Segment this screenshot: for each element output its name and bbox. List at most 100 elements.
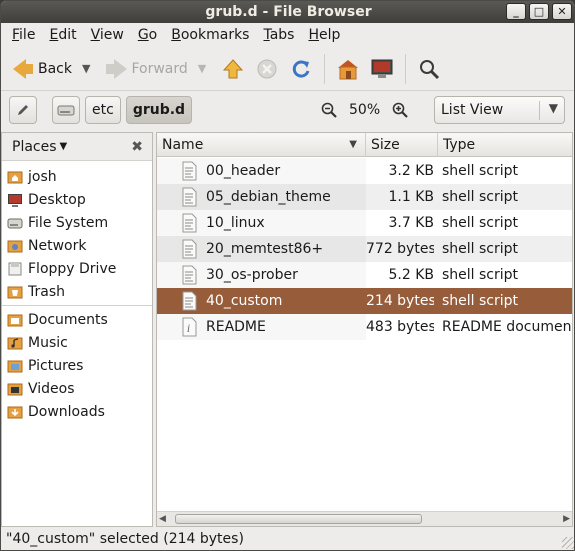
toolbar: Back ▼ Forward ▼: [1, 47, 574, 91]
forward-history-chevron-icon[interactable]: ▼: [198, 62, 206, 75]
menu-item[interactable]: File: [5, 27, 42, 43]
file-row[interactable]: 05_debian_theme 1.1 KB shell script: [157, 184, 572, 210]
pencil-icon: [18, 105, 28, 115]
home-icon[interactable]: [335, 56, 361, 82]
view-mode-value: List View: [441, 102, 504, 118]
sidebar-item-floppy-drive[interactable]: Floppy Drive: [2, 257, 152, 280]
up-arrow-icon[interactable]: [220, 56, 246, 82]
file-browser-window: grub.d - File Browser _ □ ✕ File Edit View…: [0, 0, 575, 551]
script-file-icon: [179, 213, 199, 233]
sidebar-item-desktop[interactable]: Desktop: [2, 188, 152, 211]
back-button[interactable]: Back: [9, 53, 76, 85]
location-bar: etc grub.d 50% List View ▼: [1, 91, 574, 129]
zoom-out-icon[interactable]: [321, 102, 337, 118]
computer-icon[interactable]: [369, 56, 395, 82]
file-row[interactable]: 40_custom 214 bytes shell script: [157, 288, 572, 314]
home-folder-icon: [7, 169, 23, 185]
script-file-icon: [179, 291, 199, 311]
column-header-row: Name ▼ Size Type: [157, 133, 572, 157]
sidebar-item-downloads[interactable]: Downloads: [2, 400, 152, 423]
select-divider: [539, 101, 540, 120]
file-row[interactable]: 10_linux 3.7 KB shell script: [157, 210, 572, 236]
toggle-location-entry-button[interactable]: [9, 96, 37, 124]
column-header-name[interactable]: Name ▼: [157, 133, 366, 157]
sidebar-item-label: File System: [28, 214, 109, 231]
menu-item[interactable]: Edit: [42, 27, 83, 43]
column-header-type[interactable]: Type: [438, 133, 572, 157]
stop-icon[interactable]: [254, 56, 280, 82]
sidebar-item-label: Network: [28, 237, 87, 254]
minimize-button[interactable]: _: [506, 3, 526, 20]
back-label: Back: [38, 60, 72, 77]
sidebar-item-label: Music: [28, 334, 68, 351]
zoom-in-icon[interactable]: [392, 102, 408, 118]
menu-item[interactable]: Bookmarks: [164, 27, 256, 43]
file-row[interactable]: 30_os-prober 5.2 KB shell script: [157, 262, 572, 288]
toolbar-separator: [324, 53, 326, 84]
root-drive-button[interactable]: [52, 96, 80, 124]
scroll-right-icon[interactable]: ▶: [563, 514, 570, 524]
hard-drive-icon: [7, 215, 23, 231]
menu-item[interactable]: Go: [131, 27, 164, 43]
reload-icon[interactable]: [288, 56, 314, 82]
back-history-chevron-icon[interactable]: ▼: [82, 62, 90, 75]
pictures-folder-icon: [7, 358, 23, 374]
breadcrumb-grub-d[interactable]: grub.d: [125, 96, 193, 124]
folder-icon: [7, 312, 23, 328]
videos-folder-icon: [7, 381, 23, 397]
hard-drive-icon: [57, 105, 75, 116]
status-text: "40_custom" selected (214 bytes): [6, 531, 244, 547]
horizontal-scrollbar[interactable]: ◀ ▶: [157, 511, 572, 526]
file-size: 1.1 KB: [388, 189, 435, 205]
file-size: 214 bytes: [366, 293, 434, 309]
sidebar-item-music[interactable]: Music: [2, 331, 152, 354]
sidebar-item-documents[interactable]: Documents: [2, 308, 152, 331]
sidebar-item-label: Pictures: [28, 357, 84, 374]
close-sidebar-icon[interactable]: ✖: [131, 139, 143, 155]
file-name: 40_custom: [206, 293, 283, 309]
sidebar-item-josh[interactable]: josh: [2, 165, 152, 188]
file-row[interactable]: i README 483 bytes README document: [157, 314, 572, 340]
network-icon: [7, 238, 23, 254]
floppy-icon: [7, 261, 23, 277]
title-bar[interactable]: grub.d - File Browser _ □ ✕: [1, 1, 574, 23]
file-row[interactable]: 00_header 3.2 KB shell script: [157, 158, 572, 184]
menu-item[interactable]: Tabs: [256, 27, 301, 43]
script-file-icon: [179, 265, 199, 285]
sidebar-item-pictures[interactable]: Pictures: [2, 354, 152, 377]
file-type: shell script: [442, 267, 519, 283]
info-file-icon: i: [179, 317, 199, 337]
search-icon[interactable]: [416, 56, 442, 82]
breadcrumb-etc[interactable]: etc: [85, 96, 121, 124]
places-sidebar: Places ▼ ✖ josh Desktop File System Network…: [1, 132, 153, 527]
script-file-icon: [179, 239, 199, 259]
file-type: shell script: [442, 241, 519, 257]
scrollbar-thumb[interactable]: [175, 514, 422, 524]
menu-item[interactable]: Help: [301, 27, 347, 43]
scroll-left-icon[interactable]: ◀: [159, 514, 166, 524]
sidebar-header[interactable]: Places ▼ ✖: [2, 133, 152, 161]
maximize-button[interactable]: □: [529, 3, 549, 20]
sidebar-item-label: Documents: [28, 311, 108, 328]
menu-item[interactable]: View: [84, 27, 131, 43]
sidebar-list: josh Desktop File System Network Floppy Driv…: [2, 161, 152, 423]
sidebar-item-network[interactable]: Network: [2, 234, 152, 257]
window-controls: _ □ ✕: [506, 3, 572, 20]
file-size: 772 bytes: [366, 241, 434, 257]
file-size: 3.7 KB: [388, 215, 435, 231]
close-button[interactable]: ✕: [552, 3, 572, 20]
sidebar-item-label: Trash: [28, 283, 65, 300]
file-size: 5.2 KB: [388, 267, 435, 283]
zoom-level[interactable]: 50%: [349, 102, 380, 118]
status-bar: "40_custom" selected (214 bytes): [1, 529, 574, 550]
sidebar-item-videos[interactable]: Videos: [2, 377, 152, 400]
sidebar-item-file-system[interactable]: File System: [2, 211, 152, 234]
resize-grip[interactable]: [562, 537, 574, 549]
column-header-size[interactable]: Size: [366, 133, 438, 157]
forward-button[interactable]: Forward: [102, 53, 191, 85]
file-row[interactable]: 20_memtest86+ 772 bytes shell script: [157, 236, 572, 262]
view-mode-select[interactable]: List View ▼: [434, 96, 565, 124]
file-name: 05_debian_theme: [206, 189, 331, 205]
sidebar-item-trash[interactable]: Trash: [2, 280, 152, 303]
file-type: shell script: [442, 163, 519, 179]
